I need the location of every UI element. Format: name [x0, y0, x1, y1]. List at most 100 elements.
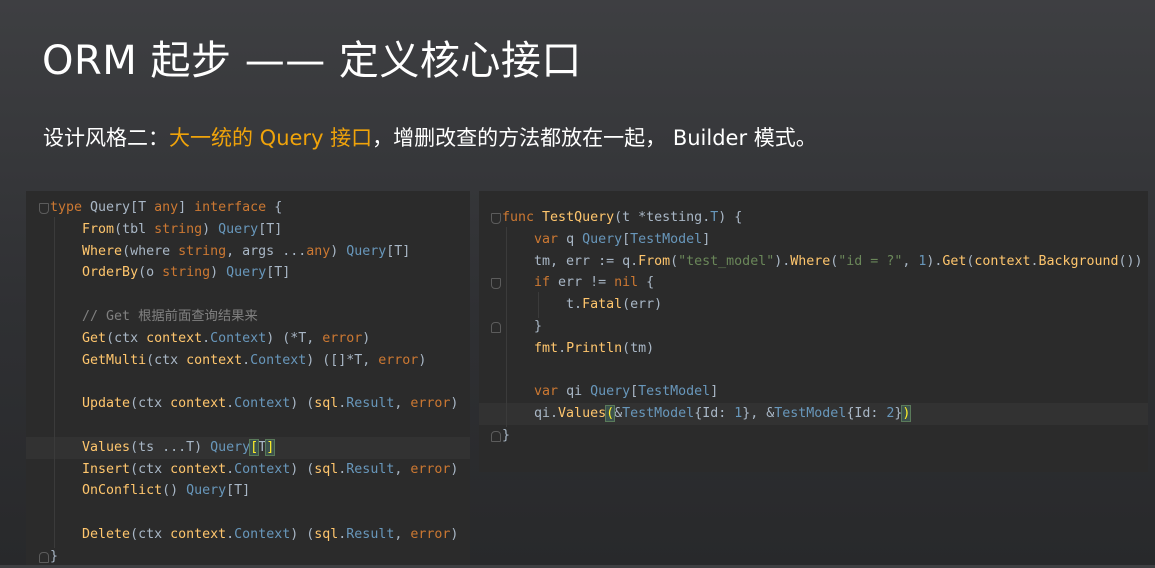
code-token: Get — [82, 330, 107, 346]
code-token: context — [170, 396, 227, 412]
code-token: string — [178, 243, 227, 259]
code-line: OrderBy(o string) Query[T] — [26, 262, 470, 284]
code-token: From — [82, 221, 115, 237]
code-token: Context — [234, 396, 291, 412]
code-token: qi — [558, 384, 591, 400]
indent-guide — [54, 217, 55, 548]
code-token: string — [162, 265, 211, 281]
code-token: } — [502, 319, 543, 334]
code-token: qi. — [502, 406, 559, 422]
code-token: "id = ?" — [838, 253, 903, 269]
code-token: Query — [218, 221, 259, 237]
indent-guide — [506, 227, 507, 427]
code-token: Result — [346, 461, 395, 477]
code-token: Context — [234, 461, 291, 477]
code-token: ) — [330, 243, 347, 259]
fold-marker-icon[interactable] — [39, 203, 49, 214]
code-token: Background — [1038, 253, 1119, 269]
code-line: From(tbl string) Query[T] — [26, 219, 470, 241]
code-token: error — [410, 461, 451, 477]
code-token: {Id: — [846, 406, 887, 422]
code-token: context — [170, 461, 227, 477]
code-line: Insert(ctx context.Context) (sql.Result,… — [26, 459, 470, 481]
code-token: {Id: — [694, 406, 735, 422]
code-token: (ts ...T) — [130, 439, 211, 455]
code-token: nil — [614, 275, 639, 291]
code-token: ) — [210, 265, 227, 281]
code-token: ) — [450, 396, 459, 412]
code-token: . — [226, 461, 235, 477]
code-token: Values — [82, 439, 131, 455]
code-token: ()) — [1118, 253, 1143, 269]
code-token: interface — [194, 200, 267, 215]
code-line: var qi Query[TestModel] — [479, 381, 1148, 403]
code-token: { — [638, 275, 655, 291]
code-token: [ — [630, 384, 639, 400]
code-token: . — [226, 396, 235, 412]
code-token: error — [378, 352, 419, 368]
subtitle-suffix: ，增删改查的方法都放在一起， Builder 模式。 — [372, 126, 817, 150]
fold-marker-icon[interactable] — [491, 431, 501, 442]
code-token: OnConflict — [82, 483, 163, 499]
code-token: . — [558, 340, 567, 356]
code-token: func — [502, 210, 535, 225]
code-line: OnConflict() Query[T] — [26, 480, 470, 502]
code-token: [T] — [258, 221, 283, 237]
code-token: TestQuery — [542, 210, 615, 225]
code-token: context — [974, 253, 1031, 269]
code-line: Get(ctx context.Context) (*T, error) — [26, 328, 470, 350]
code-token: ) { — [718, 210, 743, 225]
code-token: ). — [926, 253, 943, 269]
code-line: Update(ctx context.Context) (sql.Result,… — [26, 393, 470, 415]
code-line: fmt.Println(tm) — [479, 338, 1148, 360]
code-token: type — [50, 200, 83, 215]
code-token: (t * — [614, 210, 647, 225]
code-token: (ctx — [106, 330, 147, 346]
code-token: Query — [582, 231, 623, 247]
code-token: ) (*T, — [266, 330, 323, 346]
code-token: }, & — [742, 406, 775, 422]
fold-marker-icon[interactable] — [491, 322, 501, 333]
fold-marker-icon[interactable] — [491, 278, 501, 290]
subtitle-prefix: 设计风格二： — [43, 126, 169, 150]
code-token: ). — [774, 253, 791, 269]
code-token: Delete — [82, 527, 131, 542]
code-token: From — [638, 253, 671, 269]
code-token: ) — [202, 221, 219, 237]
code-line: } — [479, 316, 1148, 338]
code-token: ) ( — [290, 527, 315, 542]
code-token: Query — [346, 243, 387, 259]
subtitle-highlight: 大一统的 Query 接口 — [169, 126, 373, 150]
code-token: Insert — [82, 461, 131, 477]
fold-marker-icon[interactable] — [491, 213, 501, 224]
code-line: } — [26, 546, 470, 568]
code-token: ] — [702, 231, 711, 247]
code-token: ] — [265, 438, 276, 456]
code-token: ) — [450, 461, 459, 477]
code-line: tm, err := q.From("test_model").Where("i… — [479, 251, 1148, 273]
code-token: [ — [249, 438, 260, 456]
code-line: Delete(ctx context.Context) (sql.Result,… — [26, 524, 470, 546]
code-line: Values(ts ...T) Query[T] — [26, 436, 470, 459]
code-token: Context — [210, 330, 267, 346]
indent-guide — [538, 292, 539, 318]
code-token: error — [410, 396, 451, 412]
code-token: var — [534, 231, 559, 247]
code-token: Where — [82, 243, 123, 259]
code-token: , — [902, 253, 919, 269]
code-line: // Get 根据前面查询结果来 — [26, 306, 470, 328]
fold-marker-icon[interactable] — [39, 551, 49, 563]
code-token: sql — [314, 461, 339, 477]
code-token: any — [154, 200, 179, 215]
code-line: GetMulti(ctx context.Context) ([]*T, err… — [26, 350, 470, 372]
code-token: TestModel — [622, 406, 695, 422]
slide-subtitle: 设计风格二：大一统的 Query 接口，增删改查的方法都放在一起， Builde… — [43, 122, 817, 152]
code-token: ( — [670, 253, 679, 269]
code-token: (tm) — [622, 340, 655, 356]
code-token: Result — [346, 527, 395, 542]
code-token: tm, err := q. — [502, 253, 639, 269]
